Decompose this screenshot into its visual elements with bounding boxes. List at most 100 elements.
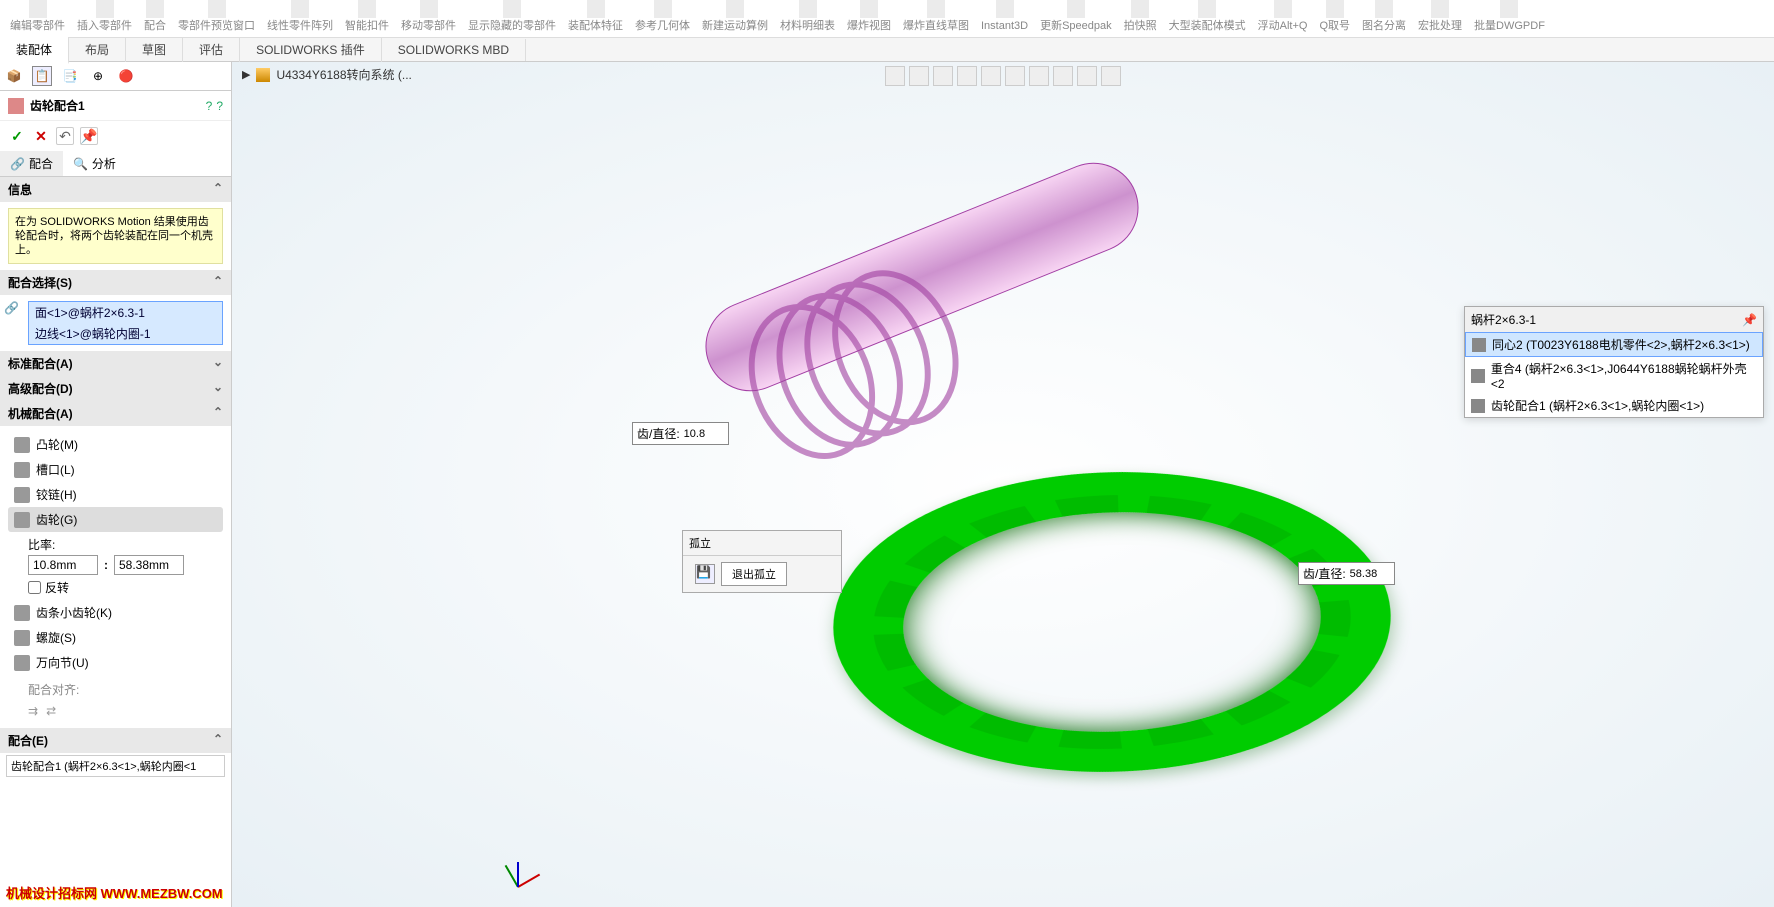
flyout-mate-gear[interactable]: 齿轮配合1 (蜗杆2×6.3<1>,蜗轮内圈<1>) — [1465, 394, 1763, 417]
ribbon-btn[interactable]: 拍快照 — [1118, 0, 1163, 32]
tab-mbd[interactable]: SOLIDWORKS MBD — [382, 39, 526, 61]
cam-mate[interactable]: 凸轮(M) — [8, 432, 223, 457]
chevron-up-icon: ⌃ — [213, 274, 223, 291]
save-icon[interactable]: 💾 — [695, 564, 715, 584]
view-toolbar — [885, 66, 1121, 86]
tab-assembly[interactable]: 装配体 — [0, 37, 69, 64]
universal-mate[interactable]: 万向节(U) — [8, 650, 223, 675]
breadcrumb[interactable]: ▶U4334Y6188转向系统 (... — [242, 66, 412, 83]
align-anti-icon[interactable]: ⇄ — [46, 704, 56, 718]
ratio-input-2[interactable] — [114, 555, 184, 575]
exit-isolate-button[interactable]: 退出孤立 — [721, 562, 787, 586]
pushpin-icon[interactable]: 📌 — [1742, 313, 1757, 327]
pin-button[interactable]: 📌 — [80, 127, 98, 145]
ribbon-btn[interactable]: 更新Speedpak — [1034, 0, 1118, 32]
zoom-fit-icon[interactable] — [885, 66, 905, 86]
help2-icon[interactable]: ? — [216, 99, 223, 113]
ribbon-btn[interactable]: 线性零件阵列 — [261, 0, 339, 32]
section-view-icon[interactable] — [957, 66, 977, 86]
ribbon: 编辑零部件 插入零部件 配合 零部件预览窗口 线性零件阵列 智能扣件 移动零部件… — [0, 0, 1774, 38]
section-standard[interactable]: 标准配合(A)⌄ — [0, 351, 231, 376]
ribbon-btn[interactable]: 材料明细表 — [774, 0, 841, 32]
ribbon-btn[interactable]: 配合 — [138, 0, 172, 32]
callout-teeth-1[interactable]: 齿/直径: — [632, 422, 729, 445]
coincident-icon — [1471, 369, 1485, 383]
graphics-area[interactable]: ▶U4334Y6188转向系统 (... 齿/直径: 齿/直径: — [232, 62, 1774, 907]
ribbon-btn[interactable]: 装配体特征 — [562, 0, 629, 32]
flyout-title: 蜗杆2×6.3-1 — [1471, 311, 1536, 328]
align-same-icon[interactable]: ⇉ — [28, 704, 38, 718]
subtab-analysis[interactable]: 🔍 分析 — [63, 151, 126, 176]
hide-show-icon[interactable] — [1029, 66, 1049, 86]
appearance-icon[interactable] — [1053, 66, 1073, 86]
info-message: 在为 SOLIDWORKS Motion 结果使用齿轮配合时，将两个齿轮装配在同… — [8, 208, 223, 264]
ribbon-btn[interactable]: 爆炸直线草图 — [897, 0, 975, 32]
ratio-input-1[interactable] — [28, 555, 98, 575]
ribbon-btn[interactable]: 插入零部件 — [71, 0, 138, 32]
gear-mate[interactable]: 齿轮(G) — [8, 507, 223, 532]
display-style-icon[interactable] — [1005, 66, 1025, 86]
subtab-mate[interactable]: 🔗 配合 — [0, 151, 63, 176]
view-settings-icon[interactable] — [1101, 66, 1121, 86]
tab-sketch[interactable]: 草图 — [126, 37, 183, 62]
selection-row[interactable]: 边线<1>@蜗轮内圈-1 — [29, 323, 222, 344]
rackpinion-mate[interactable]: 齿条小齿轮(K) — [8, 600, 223, 625]
screw-mate[interactable]: 螺旋(S) — [8, 625, 223, 650]
callout-teeth-2[interactable]: 齿/直径: — [1298, 562, 1395, 585]
undo-button[interactable]: ↶ — [56, 127, 74, 145]
screw-icon — [14, 630, 30, 646]
section-mechanical[interactable]: 机械配合(A)⌃ — [0, 401, 231, 426]
display-mgr-icon[interactable]: 🔴 — [116, 66, 136, 86]
help-icon[interactable]: ? — [206, 99, 213, 113]
section-mates[interactable]: 配合(E)⌃ — [0, 728, 231, 753]
property-mgr-icon[interactable]: 📋 — [32, 66, 52, 86]
callout-value-1[interactable] — [684, 428, 724, 440]
tab-layout[interactable]: 布局 — [69, 37, 126, 62]
prev-view-icon[interactable] — [933, 66, 953, 86]
ratio-colon: : — [104, 558, 108, 572]
section-selection[interactable]: 配合选择(S)⌃ — [0, 270, 231, 295]
ribbon-btn[interactable]: 编辑零部件 — [4, 0, 71, 32]
config-mgr-icon[interactable]: 📑 — [60, 66, 80, 86]
zoom-area-icon[interactable] — [909, 66, 929, 86]
slot-mate[interactable]: 槽口(L) — [8, 457, 223, 482]
flyout-mate-concentric[interactable]: 同心2 (T0023Y6188电机零件<2>,蜗杆2×6.3<1>) — [1465, 332, 1763, 357]
hinge-mate[interactable]: 铰链(H) — [8, 482, 223, 507]
section-info[interactable]: 信息⌃ — [0, 177, 231, 202]
dimxpert-icon[interactable]: ⊕ — [88, 66, 108, 86]
callout-label: 齿/直径: — [1303, 565, 1346, 582]
ribbon-btn[interactable]: 显示隐藏的零部件 — [462, 0, 562, 32]
ribbon-btn[interactable]: 新建运动算例 — [696, 0, 774, 32]
mate-list-row[interactable]: 齿轮配合1 (蜗杆2×6.3<1>,蜗轮内圈<1 — [6, 755, 225, 777]
ok-button[interactable]: ✓ — [8, 127, 26, 145]
view-orient-icon[interactable] — [981, 66, 1001, 86]
mate-selection-list[interactable]: 面<1>@蜗杆2×6.3-1 边线<1>@蜗轮内圈-1 — [28, 301, 223, 345]
cancel-button[interactable]: ✕ — [32, 127, 50, 145]
ribbon-btn[interactable]: Instant3D — [975, 0, 1034, 32]
tab-evaluate[interactable]: 评估 — [183, 37, 240, 62]
ribbon-btn[interactable]: 图名分离 — [1356, 0, 1412, 32]
worm-gear-model[interactable] — [774, 436, 1450, 807]
ribbon-btn[interactable]: 零部件预览窗口 — [172, 0, 261, 32]
ribbon-btn[interactable]: 移动零部件 — [395, 0, 462, 32]
ribbon-btn[interactable]: 智能扣件 — [339, 0, 395, 32]
scene-icon[interactable] — [1077, 66, 1097, 86]
section-advanced[interactable]: 高级配合(D)⌄ — [0, 376, 231, 401]
callout-value-2[interactable] — [1350, 568, 1390, 580]
ribbon-btn[interactable]: Q取号 — [1313, 0, 1356, 32]
selection-row[interactable]: 面<1>@蜗杆2×6.3-1 — [29, 302, 222, 323]
ratio-label: 比率: — [8, 532, 223, 555]
ribbon-btn[interactable]: 批量DWGPDF — [1468, 0, 1551, 32]
view-triad[interactable] — [492, 847, 542, 897]
tab-addins[interactable]: SOLIDWORKS 插件 — [240, 37, 382, 62]
ribbon-btn[interactable]: 爆炸视图 — [841, 0, 897, 32]
feature-tree-icon[interactable]: 📦 — [4, 66, 24, 86]
ribbon-btn[interactable]: 大型装配体模式 — [1163, 0, 1252, 32]
assembly-icon — [256, 68, 270, 82]
chevron-up-icon: ⌃ — [213, 405, 223, 422]
ribbon-btn[interactable]: 宏批处理 — [1412, 0, 1468, 32]
reverse-checkbox[interactable]: 反转 — [8, 575, 223, 600]
flyout-mate-coincident[interactable]: 重合4 (蜗杆2×6.3<1>,J0644Y6188蜗轮蜗杆外壳<2 — [1465, 357, 1763, 394]
ribbon-btn[interactable]: 浮动Alt+Q — [1252, 0, 1314, 32]
ribbon-btn[interactable]: 参考几何体 — [629, 0, 696, 32]
